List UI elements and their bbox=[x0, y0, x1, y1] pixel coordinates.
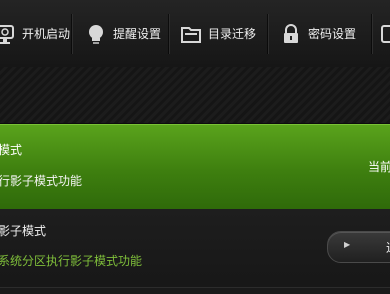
top-toolbar: 开机启动 提醒设置 目录迁移 密码设置 bbox=[0, 0, 390, 68]
active-mode-description: 行影子模式功能 bbox=[0, 174, 83, 188]
tab-next-partial[interactable] bbox=[380, 0, 390, 67]
toolbar-divider bbox=[71, 14, 72, 54]
tab-directory-migration-label: 目录迁移 bbox=[208, 27, 257, 41]
tab-startup[interactable]: 开机启动 bbox=[0, 0, 70, 67]
toolbar-divider bbox=[168, 14, 169, 54]
tab-reminder-label: 提醒设置 bbox=[113, 27, 162, 41]
lightbulb-icon bbox=[85, 23, 107, 45]
tab-directory-migration[interactable]: 目录迁移 bbox=[180, 0, 256, 67]
active-mode-panel[interactable] bbox=[0, 124, 390, 210]
active-mode-title: 模式 bbox=[0, 143, 23, 157]
header-band bbox=[0, 67, 390, 124]
shadow-mode-description: 系统分区执行影子模式功能 bbox=[0, 254, 143, 268]
folder-icon bbox=[180, 23, 202, 45]
toolbar-divider bbox=[371, 14, 372, 54]
toolbar-divider bbox=[267, 14, 268, 54]
shadow-mode-title: 影子模式 bbox=[0, 224, 47, 238]
play-arrow-icon: ▶ bbox=[344, 240, 351, 249]
monitor-power-icon bbox=[0, 23, 16, 45]
active-mode-status: 当前 bbox=[368, 160, 390, 174]
enter-shadow-mode-button[interactable]: ▶ 进 bbox=[327, 231, 390, 263]
tab-password[interactable]: 密码设置 bbox=[280, 0, 356, 67]
tab-startup-label: 开机启动 bbox=[22, 27, 71, 41]
panel-icon bbox=[380, 23, 390, 45]
tab-reminder[interactable]: 提醒设置 bbox=[85, 0, 161, 67]
tab-password-label: 密码设置 bbox=[308, 27, 357, 41]
lock-icon bbox=[280, 23, 302, 45]
enter-shadow-mode-label: 进 bbox=[386, 239, 390, 256]
